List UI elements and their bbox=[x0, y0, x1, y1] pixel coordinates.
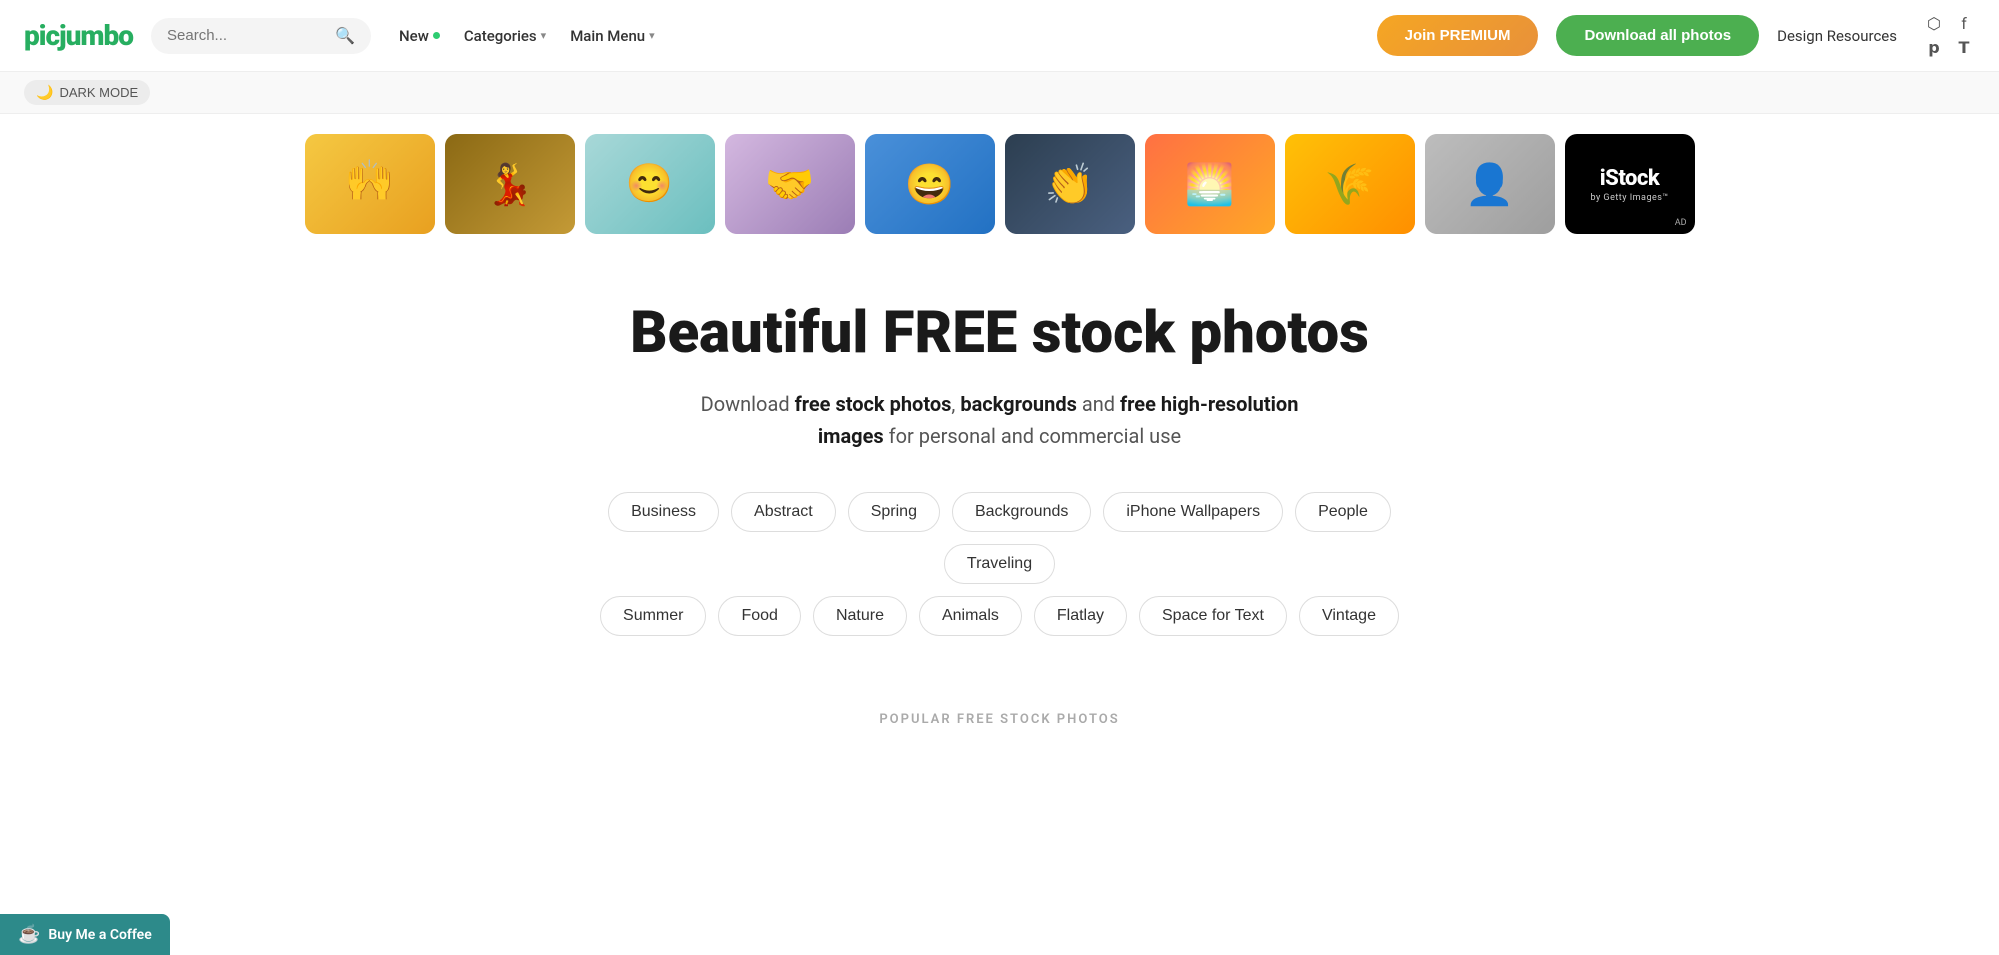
tag-spring[interactable]: Spring bbox=[848, 492, 940, 532]
tag-iphone-wallpapers[interactable]: iPhone Wallpapers bbox=[1103, 492, 1283, 532]
join-premium-button[interactable]: Join PREMIUM bbox=[1377, 15, 1539, 56]
ad-badge: AD bbox=[1675, 218, 1687, 228]
photo-thumb-6[interactable]: 👏 bbox=[1005, 134, 1135, 234]
istock-subtitle: by Getty Images™ bbox=[1590, 193, 1668, 203]
coffee-icon: ☕ bbox=[18, 924, 40, 945]
hero-section: Beautiful FREE stock photos Download fre… bbox=[0, 254, 1999, 672]
tag-business[interactable]: Business bbox=[608, 492, 719, 532]
photo-8-emoji: 🌾 bbox=[1325, 161, 1375, 208]
design-resources-link[interactable]: Design Resources bbox=[1777, 27, 1897, 45]
photo-6-emoji: 👏 bbox=[1045, 161, 1095, 208]
photo-thumb-4[interactable]: 🤝 bbox=[725, 134, 855, 234]
dark-mode-bar: 🌙 DARK MODE bbox=[0, 72, 1999, 114]
social-row-bottom: 𝗽 𝗧 bbox=[1923, 37, 1975, 59]
photo-thumb-7[interactable]: 🌅 bbox=[1145, 134, 1275, 234]
photo-thumb-3[interactable]: 😊 bbox=[585, 134, 715, 234]
download-all-photos-button[interactable]: Download all photos bbox=[1556, 15, 1759, 56]
search-bar: 🔍 bbox=[151, 18, 371, 54]
social-icons-group: ⬡ f 𝗽 𝗧 bbox=[1923, 13, 1975, 59]
dark-mode-label: DARK MODE bbox=[59, 85, 138, 100]
tag-space-for-text[interactable]: Space for Text bbox=[1139, 596, 1287, 636]
tag-animals[interactable]: Animals bbox=[919, 596, 1022, 636]
photo-5-emoji: 😄 bbox=[905, 161, 955, 208]
photo-thumb-8[interactable]: 🌾 bbox=[1285, 134, 1415, 234]
search-input[interactable] bbox=[167, 27, 327, 44]
new-dot-icon bbox=[433, 32, 440, 39]
nav-item-categories[interactable]: Categories ▾ bbox=[454, 21, 556, 51]
tag-people[interactable]: People bbox=[1295, 492, 1391, 532]
istock-title: iStock bbox=[1600, 166, 1660, 191]
photo-thumb-2[interactable]: 💃 bbox=[445, 134, 575, 234]
nav-item-new[interactable]: New bbox=[389, 21, 450, 51]
instagram-icon[interactable]: ⬡ bbox=[1923, 13, 1945, 35]
tag-flatlay[interactable]: Flatlay bbox=[1034, 596, 1127, 636]
twitter-icon[interactable]: 𝗧 bbox=[1953, 37, 1975, 59]
nav-new-label: New bbox=[399, 27, 429, 45]
social-row-top: ⬡ f bbox=[1923, 13, 1975, 35]
header: picjumbo 🔍 New Categories ▾ Main Menu ▾ … bbox=[0, 0, 1999, 72]
site-logo[interactable]: picjumbo bbox=[24, 19, 133, 52]
tags-row-1: Business Abstract Spring Backgrounds iPh… bbox=[550, 492, 1450, 584]
photo-2-emoji: 💃 bbox=[485, 161, 535, 208]
photo-thumb-5[interactable]: 😄 bbox=[865, 134, 995, 234]
nav-item-main-menu[interactable]: Main Menu ▾ bbox=[560, 21, 664, 51]
pinterest-icon[interactable]: 𝗽 bbox=[1923, 37, 1945, 59]
photo-3-emoji: 😊 bbox=[626, 162, 673, 206]
photo-9-emoji: 👤 bbox=[1465, 161, 1515, 208]
dark-mode-toggle[interactable]: 🌙 DARK MODE bbox=[24, 80, 150, 105]
hero-title: Beautiful FREE stock photos bbox=[24, 302, 1975, 366]
photo-4-emoji: 🤝 bbox=[765, 161, 815, 208]
nav-categories-label: Categories bbox=[464, 27, 537, 45]
popular-label: POPULAR FREE STOCK PHOTOS bbox=[0, 672, 1999, 743]
tag-backgrounds[interactable]: Backgrounds bbox=[952, 492, 1091, 532]
photo-strip: 🙌 💃 😊 🤝 😄 👏 🌅 🌾 bbox=[0, 114, 1999, 254]
main-nav: New Categories ▾ Main Menu ▾ bbox=[389, 21, 1359, 51]
photo-7-emoji: 🌅 bbox=[1185, 161, 1235, 208]
tag-traveling[interactable]: Traveling bbox=[944, 544, 1055, 584]
tag-food[interactable]: Food bbox=[718, 596, 800, 636]
istock-ad[interactable]: iStock by Getty Images™ AD bbox=[1565, 134, 1695, 234]
tag-summer[interactable]: Summer bbox=[600, 596, 706, 636]
buy-coffee-button[interactable]: ☕ Buy Me a Coffee bbox=[0, 914, 170, 955]
photo-1-emoji: 🙌 bbox=[345, 157, 395, 204]
photo-thumb-9[interactable]: 👤 bbox=[1425, 134, 1555, 234]
photo-thumb-1[interactable]: 🙌 bbox=[305, 134, 435, 234]
search-button[interactable]: 🔍 bbox=[335, 26, 355, 46]
facebook-icon[interactable]: f bbox=[1953, 13, 1975, 35]
hero-subtitle: Download free stock photos, backgrounds … bbox=[680, 388, 1320, 452]
chevron-down-icon: ▾ bbox=[541, 29, 547, 42]
moon-icon: 🌙 bbox=[36, 84, 53, 101]
tag-nature[interactable]: Nature bbox=[813, 596, 907, 636]
buy-coffee-label: Buy Me a Coffee bbox=[48, 927, 151, 943]
nav-main-menu-label: Main Menu bbox=[570, 27, 645, 45]
tag-vintage[interactable]: Vintage bbox=[1299, 596, 1399, 636]
chevron-down-icon: ▾ bbox=[649, 29, 655, 42]
tags-row-2: Summer Food Nature Animals Flatlay Space… bbox=[550, 596, 1450, 636]
tag-abstract[interactable]: Abstract bbox=[731, 492, 836, 532]
